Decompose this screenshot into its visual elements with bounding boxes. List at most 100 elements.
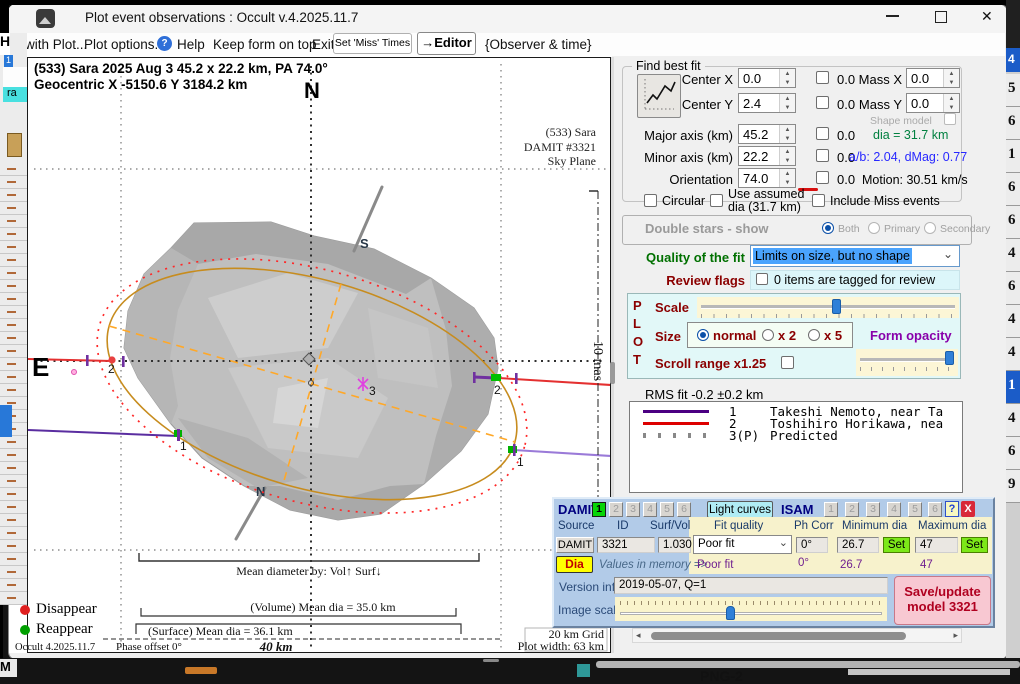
set-miss-times-button[interactable]: Set 'Miss' Times — [333, 33, 412, 54]
background-table-cell: 6 — [1006, 173, 1020, 206]
menu-with-plot[interactable]: with Plot... — [25, 37, 87, 52]
scroll-range-checkbox[interactable] — [781, 356, 794, 369]
light-curves-button[interactable]: Light curves — [707, 501, 773, 518]
damit-model-3-button[interactable]: 3 — [626, 502, 640, 517]
form-opacity-slider[interactable] — [856, 349, 958, 376]
form-hscrollbar[interactable]: ◂ ▸ — [632, 628, 962, 643]
damit-model-1-button[interactable]: 1 — [592, 502, 606, 517]
damit-model-4-button[interactable]: 4 — [643, 502, 657, 517]
center-x-spinner[interactable]: 0.0▲▼ — [738, 68, 796, 88]
fit-quality-value: Poor fit — [698, 538, 734, 550]
maximize-button[interactable] — [935, 11, 947, 23]
close-button[interactable]: ✕ — [981, 8, 993, 25]
center-x-checkbox[interactable] — [816, 71, 829, 84]
mass-x-spinner[interactable]: 0.0▲▼ — [906, 68, 960, 88]
minor-axis-spinner[interactable]: 22.2▲▼ — [738, 146, 796, 166]
isam-2-button[interactable]: 2 — [845, 502, 859, 517]
background-fragment-bar2 — [848, 669, 1010, 675]
scroll-right-arrow-icon[interactable]: ▸ — [953, 630, 958, 641]
model-id-field[interactable]: 3321 — [597, 537, 655, 553]
background-fragment-dashes — [7, 163, 16, 605]
size-x2-radio[interactable] — [762, 329, 774, 341]
damit-help-button[interactable]: ? — [945, 501, 959, 517]
help-icon[interactable]: ? — [157, 36, 172, 51]
version-info-label: Version info — [559, 580, 622, 594]
isam-1-button[interactable]: 1 — [824, 502, 838, 517]
center-y-spinner[interactable]: 2.4▲▼ — [738, 93, 796, 113]
save-line2: model 3321 — [895, 599, 990, 614]
minimize-button[interactable] — [886, 15, 899, 17]
include-miss-checkbox[interactable] — [812, 194, 825, 207]
image-scale-slider[interactable] — [615, 597, 887, 621]
double-secondary-radio[interactable] — [924, 222, 936, 234]
major-axis-spinner[interactable]: 45.2▲▼ — [738, 124, 796, 144]
center-y-checkbox[interactable] — [816, 96, 829, 109]
menu-keep-on-top[interactable]: Keep form on top — [213, 37, 317, 52]
orientation-spinner[interactable]: 74.0▲▼ — [738, 168, 796, 188]
observer-time-label[interactable]: {Observer & time} — [485, 37, 592, 52]
mass-y-spinner[interactable]: 0.0▲▼ — [906, 93, 960, 113]
center-x-value: 0.0 — [743, 71, 761, 86]
form-opacity-thumb[interactable] — [945, 351, 954, 365]
isam-5-button[interactable]: 5 — [908, 502, 922, 517]
size-x5-radio[interactable] — [808, 329, 820, 341]
dia-button[interactable]: Dia — [556, 556, 593, 573]
background-fragment-m: M — [0, 659, 17, 677]
size-normal-radio[interactable] — [697, 329, 709, 341]
size-x5-label: x 5 — [824, 328, 842, 343]
save-update-model-button[interactable]: Save/update model 3321 — [894, 576, 991, 625]
shape-model-checkbox[interactable] — [944, 113, 956, 125]
menu-plot-options[interactable]: Plot options... — [84, 37, 166, 52]
major-axis-checkbox[interactable] — [816, 127, 829, 140]
max-dia-set-button[interactable]: Set — [961, 537, 988, 553]
plot-letter-p: P — [633, 298, 642, 313]
memory-ph-value: 0° — [798, 557, 809, 569]
window-resize-grip[interactable] — [483, 659, 499, 662]
memory-fit-value: Poor fit — [697, 559, 733, 571]
source-header: Source — [558, 520, 594, 532]
form-hscrollbar-thumb[interactable] — [651, 632, 906, 640]
circular-checkbox[interactable] — [644, 194, 657, 207]
use-assumed-checkbox[interactable] — [710, 194, 723, 207]
scale-slider-thumb[interactable] — [832, 299, 841, 314]
isam-4-button[interactable]: 4 — [887, 502, 901, 517]
editor-button[interactable]: →Editor — [417, 32, 476, 55]
surfvol-field[interactable]: 1.030 — [658, 537, 691, 553]
fit-quality-combobox[interactable]: Poor fit ⌄ — [693, 535, 792, 554]
observer-3-num[interactable]: 3(P) — [729, 428, 759, 443]
isam-6-button[interactable]: 6 — [928, 502, 942, 517]
isam-3-button[interactable]: 3 — [866, 502, 880, 517]
menu-help[interactable]: Help — [177, 37, 205, 52]
damit-model-5-button[interactable]: 5 — [660, 502, 674, 517]
damit-model-6-button[interactable]: 6 — [677, 502, 691, 517]
error-bar — [86, 355, 89, 366]
max-dia-field[interactable]: 47 — [915, 537, 958, 553]
min-dia-set-button[interactable]: Set — [883, 537, 910, 553]
chevron-down-icon[interactable]: ⌄ — [943, 247, 953, 261]
scroll-left-arrow-icon[interactable]: ◂ — [636, 630, 641, 641]
orientation-checkbox[interactable] — [816, 171, 829, 184]
background-table-cell-selected: 1 — [1006, 371, 1020, 404]
damit-close-button[interactable]: X — [961, 501, 975, 517]
min-dia-field[interactable]: 26.7 — [837, 537, 879, 553]
background-fragment-teal — [577, 664, 590, 677]
plot-title-line1: (533) Sara 2025 Aug 3 45.2 x 22.2 km, PA… — [34, 61, 328, 76]
sky-plane-plot[interactable]: S N 2 2 1 1 3 (533) Sara 2025 Aug 3 45.2… — [28, 58, 610, 652]
double-primary-radio[interactable] — [868, 222, 880, 234]
image-scale-thumb[interactable] — [726, 606, 735, 620]
scale-slider[interactable] — [697, 297, 959, 318]
observer-3-name[interactable]: Predicted — [770, 428, 838, 443]
quality-combobox[interactable]: Limits on size, but no shape ⌄ — [750, 245, 960, 267]
chevron-down-icon[interactable]: ⌄ — [779, 536, 788, 549]
menu-exit[interactable]: Exit — [312, 37, 335, 52]
minor-axis-checkbox[interactable] — [816, 149, 829, 162]
review-flags-checkbox[interactable] — [756, 273, 768, 285]
plot-letter-o: O — [633, 334, 643, 349]
scale-slider-ticks — [701, 314, 955, 318]
window-title: Plot event observations : Occult v.4.202… — [85, 10, 358, 25]
damit-model-2-button[interactable]: 2 — [609, 502, 623, 517]
ph-corr-field[interactable]: 0° — [796, 537, 828, 553]
plot-scrollbar-thumb[interactable] — [610, 362, 615, 384]
source-button[interactable]: DAMIT — [556, 537, 594, 553]
double-both-radio[interactable] — [822, 222, 834, 234]
